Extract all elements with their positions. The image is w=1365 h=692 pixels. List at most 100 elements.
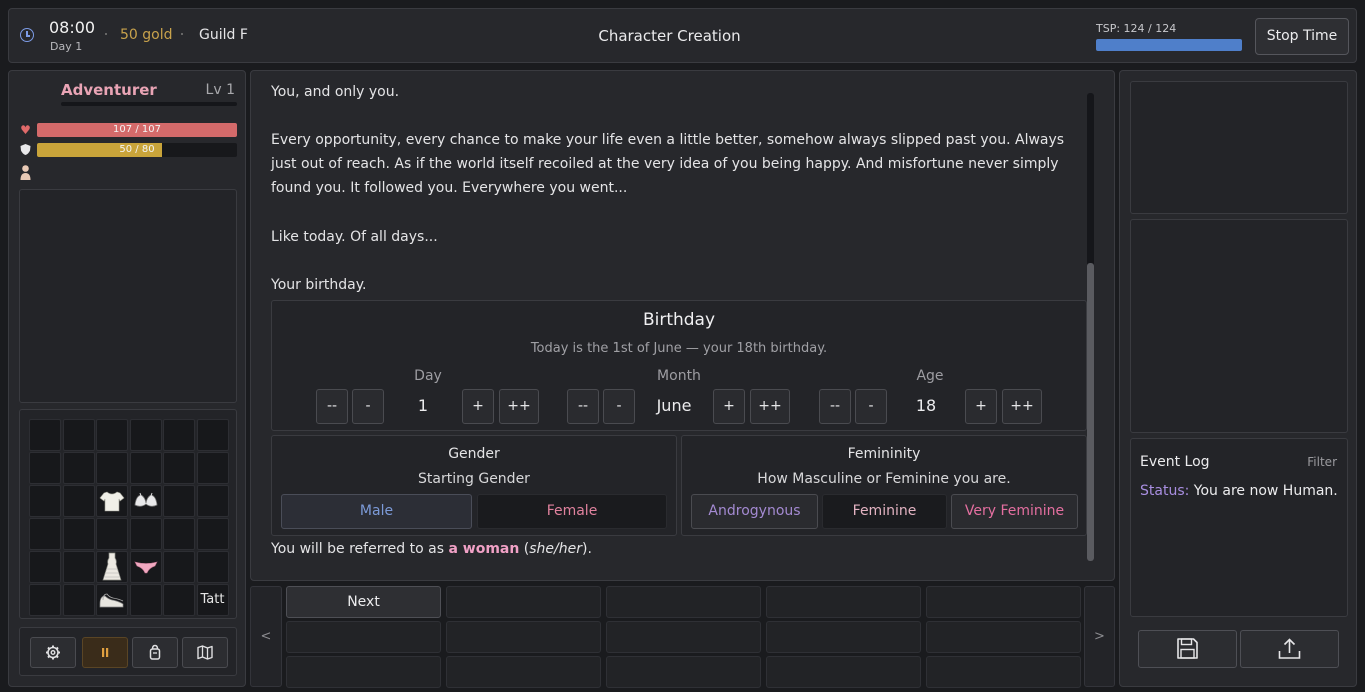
pause-button[interactable] bbox=[82, 637, 128, 668]
action-slot[interactable] bbox=[606, 586, 761, 618]
action-slot[interactable] bbox=[446, 656, 601, 688]
day-decrease-big-button[interactable]: -- bbox=[316, 389, 348, 424]
inventory-slot-dress[interactable] bbox=[96, 551, 128, 583]
birthday-subtitle: Today is the 1st of June — your 18th bir… bbox=[530, 341, 828, 356]
event-log-entry: Status: You are now Human. bbox=[1140, 483, 1338, 499]
inventory-slot[interactable] bbox=[62, 551, 95, 583]
gender-female-option[interactable]: Female bbox=[477, 494, 667, 529]
inventory-slot[interactable] bbox=[96, 419, 128, 451]
inventory-bag-button[interactable] bbox=[132, 637, 178, 668]
month-increase-button[interactable]: + bbox=[713, 389, 745, 424]
femininity-box: Femininity How Masculine or Feminine you… bbox=[681, 435, 1087, 536]
month-increase-big-button[interactable]: ++ bbox=[750, 389, 790, 424]
inventory-slot[interactable] bbox=[196, 551, 229, 583]
action-slot[interactable] bbox=[766, 621, 921, 653]
inventory-slot[interactable] bbox=[29, 452, 61, 484]
inventory-slot[interactable] bbox=[96, 452, 128, 484]
pause-icon bbox=[102, 648, 109, 657]
action-page-left-button[interactable]: < bbox=[250, 586, 282, 687]
inventory-slot[interactable] bbox=[62, 518, 95, 550]
event-log-filter-button[interactable]: Filter bbox=[1307, 455, 1337, 469]
action-slot[interactable] bbox=[286, 656, 441, 688]
armor-bar: 50 / 80 bbox=[37, 143, 237, 157]
story-line: just out of reach. As if the world itsel… bbox=[271, 156, 1059, 172]
inventory-slot[interactable] bbox=[62, 419, 95, 451]
scrollbar[interactable] bbox=[1087, 93, 1094, 561]
age-decrease-button[interactable]: - bbox=[855, 389, 887, 424]
inventory-slot[interactable] bbox=[96, 518, 128, 550]
next-button[interactable]: Next bbox=[286, 586, 441, 618]
action-slot[interactable] bbox=[446, 621, 601, 653]
pronoun-open: ( bbox=[519, 541, 530, 557]
upload-icon bbox=[1278, 638, 1301, 659]
shoes-icon bbox=[97, 585, 127, 615]
export-button[interactable] bbox=[1240, 630, 1339, 668]
action-slot[interactable] bbox=[926, 656, 1081, 688]
age-label: Age bbox=[916, 368, 944, 384]
inventory-slot[interactable] bbox=[163, 518, 195, 550]
inventory-slot[interactable] bbox=[129, 584, 162, 616]
inventory-slot[interactable] bbox=[62, 485, 95, 517]
inventory-slot[interactable] bbox=[29, 419, 61, 451]
month-value: June bbox=[656, 396, 692, 415]
armor-text: 50 / 80 bbox=[119, 144, 155, 155]
settings-button[interactable] bbox=[30, 637, 76, 668]
gender-subtitle: Starting Gender bbox=[418, 471, 530, 487]
inventory-slot-panties[interactable] bbox=[129, 551, 162, 583]
inventory-slot-tattoo-slot[interactable]: Tatt bbox=[196, 584, 229, 616]
day-increase-big-button[interactable]: ++ bbox=[499, 389, 539, 424]
feminine-option[interactable]: Feminine bbox=[822, 494, 947, 529]
inventory-slot[interactable] bbox=[62, 452, 95, 484]
inventory-slot[interactable] bbox=[163, 419, 195, 451]
age-increase-big-button[interactable]: ++ bbox=[1002, 389, 1042, 424]
inventory-slot[interactable] bbox=[29, 518, 61, 550]
inventory-slot[interactable] bbox=[29, 584, 61, 616]
character-portrait bbox=[19, 189, 237, 403]
action-slot[interactable] bbox=[286, 621, 441, 653]
month-decrease-big-button[interactable]: -- bbox=[567, 389, 599, 424]
inventory-slot[interactable] bbox=[163, 452, 195, 484]
action-slot[interactable] bbox=[766, 656, 921, 688]
inventory-slot[interactable] bbox=[196, 452, 229, 484]
age-decrease-big-button[interactable]: -- bbox=[819, 389, 851, 424]
action-slot[interactable] bbox=[766, 586, 921, 618]
bra-icon bbox=[131, 486, 161, 516]
very-feminine-option[interactable]: Very Feminine bbox=[951, 494, 1078, 529]
inventory-slot[interactable] bbox=[163, 584, 195, 616]
inventory-slot[interactable] bbox=[129, 452, 162, 484]
action-slot[interactable] bbox=[606, 656, 761, 688]
story-panel: You, and only you. Every opportunity, ev… bbox=[250, 70, 1115, 581]
action-slot[interactable] bbox=[926, 621, 1081, 653]
inventory-slot[interactable] bbox=[196, 485, 229, 517]
top-bar: 08:00 Day 1 50 gold Guild F Character Cr… bbox=[8, 8, 1357, 63]
inventory-slot[interactable] bbox=[196, 419, 229, 451]
androgynous-option[interactable]: Androgynous bbox=[691, 494, 818, 529]
day-decrease-button[interactable]: - bbox=[352, 389, 384, 424]
inventory-slot-shirt[interactable] bbox=[96, 485, 128, 517]
day-increase-button[interactable]: + bbox=[462, 389, 494, 424]
inventory-slot[interactable] bbox=[196, 518, 229, 550]
inventory-slot[interactable] bbox=[62, 584, 95, 616]
inventory-slot[interactable] bbox=[29, 551, 61, 583]
action-slot[interactable] bbox=[446, 586, 601, 618]
inventory-slot[interactable] bbox=[163, 551, 195, 583]
inventory-slot-shoes[interactable] bbox=[96, 584, 128, 616]
inventory-slot[interactable] bbox=[129, 518, 162, 550]
inventory-slot[interactable] bbox=[129, 419, 162, 451]
action-page-right-button[interactable]: > bbox=[1084, 586, 1115, 687]
pronoun-highlight: a woman bbox=[448, 541, 520, 557]
stop-time-button[interactable]: Stop Time bbox=[1255, 18, 1349, 55]
inventory-slot[interactable] bbox=[29, 485, 61, 517]
gender-male-option[interactable]: Male bbox=[281, 494, 472, 529]
age-increase-button[interactable]: + bbox=[965, 389, 997, 424]
tsp-label: TSP: 124 / 124 bbox=[1096, 22, 1177, 35]
heart-icon: ♥ bbox=[20, 123, 31, 137]
inventory-slot[interactable] bbox=[163, 485, 195, 517]
inventory-slot-bra[interactable] bbox=[129, 485, 162, 517]
action-slot[interactable] bbox=[926, 586, 1081, 618]
action-slot[interactable] bbox=[606, 621, 761, 653]
month-decrease-button[interactable]: - bbox=[603, 389, 635, 424]
scrollbar-thumb[interactable] bbox=[1087, 263, 1094, 561]
save-button[interactable] bbox=[1138, 630, 1237, 668]
map-button[interactable] bbox=[182, 637, 228, 668]
